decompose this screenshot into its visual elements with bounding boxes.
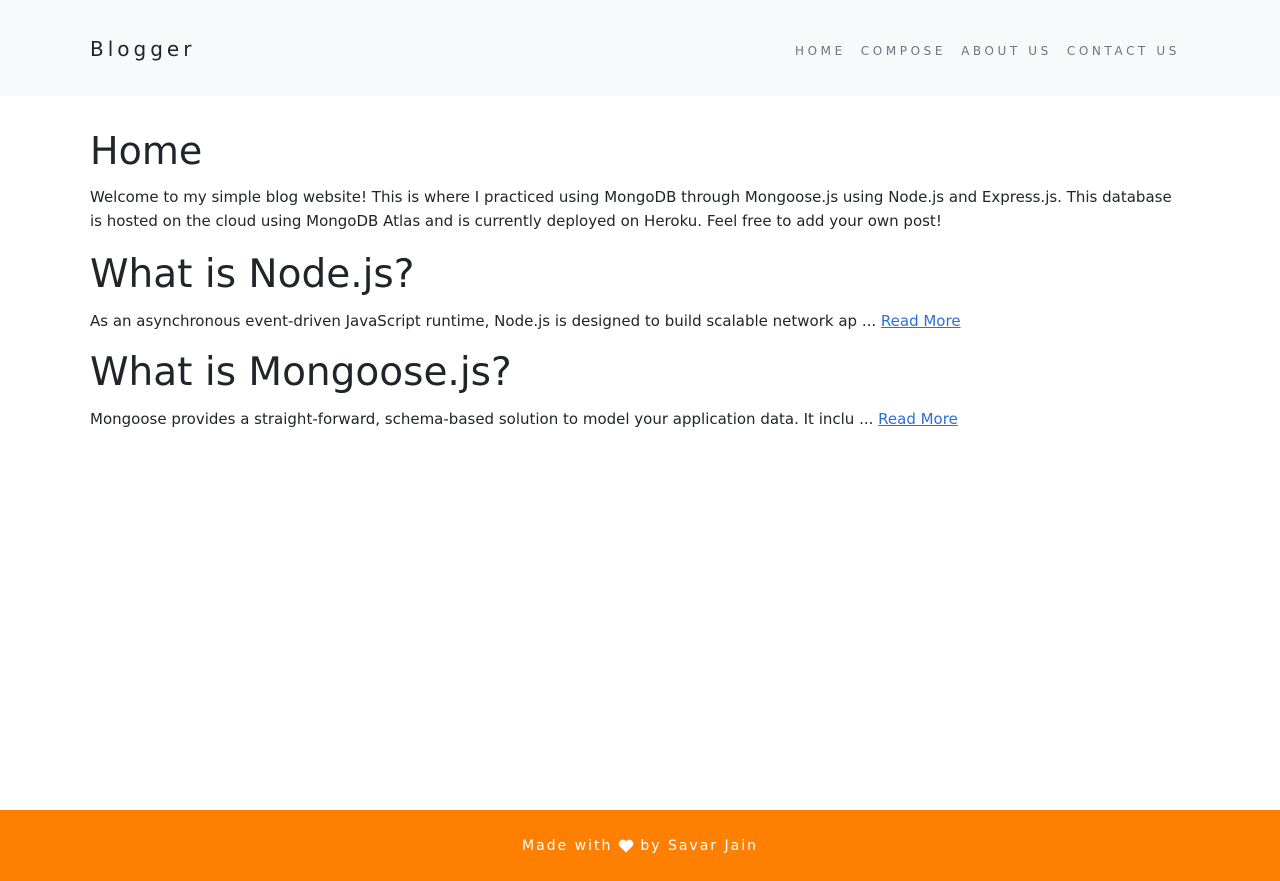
footer-made-with: Made with [522,837,613,854]
page-title: Home [90,129,203,173]
post-item: What is Mongoose.js? Mongoose provides a… [90,345,1190,431]
intro-paragraph: Welcome to my simple blog website! This … [90,188,1172,230]
post-item: What is Node.js? As an asynchronous even… [90,247,1190,333]
post-excerpt-text: As an asynchronous event-driven JavaScri… [90,312,881,330]
footer: Made with by Savar Jain [0,810,1280,881]
nav-contact-link[interactable]: CONTACT US [1067,44,1180,58]
top-navbar: Blogger HOME COMPOSE ABOUT US CONTACT US [0,0,1280,96]
post-excerpt-text: Mongoose provides a straight-forward, sc… [90,410,879,428]
post-excerpt: Mongoose provides a straight-forward, sc… [90,407,1190,431]
nav-about-link[interactable]: ABOUT US [961,44,1052,58]
nav-compose-link[interactable]: COMPOSE [861,44,946,58]
footer-author: by Savar Jain [640,837,758,854]
nav-menu: HOME COMPOSE ABOUT US CONTACT US [780,40,1180,59]
post-title: What is Mongoose.js? [90,350,512,395]
nav-home-link[interactable]: HOME [795,44,846,58]
main-content: Home Welcome to my simple blog website! … [90,121,1190,431]
post-title: What is Node.js? [90,252,415,297]
brand-logo[interactable]: Blogger [90,35,195,63]
post-excerpt: As an asynchronous event-driven JavaScri… [90,309,1190,333]
read-more-link[interactable]: Read More [878,410,958,428]
read-more-link[interactable]: Read More [881,312,961,330]
heart-icon [618,839,634,853]
